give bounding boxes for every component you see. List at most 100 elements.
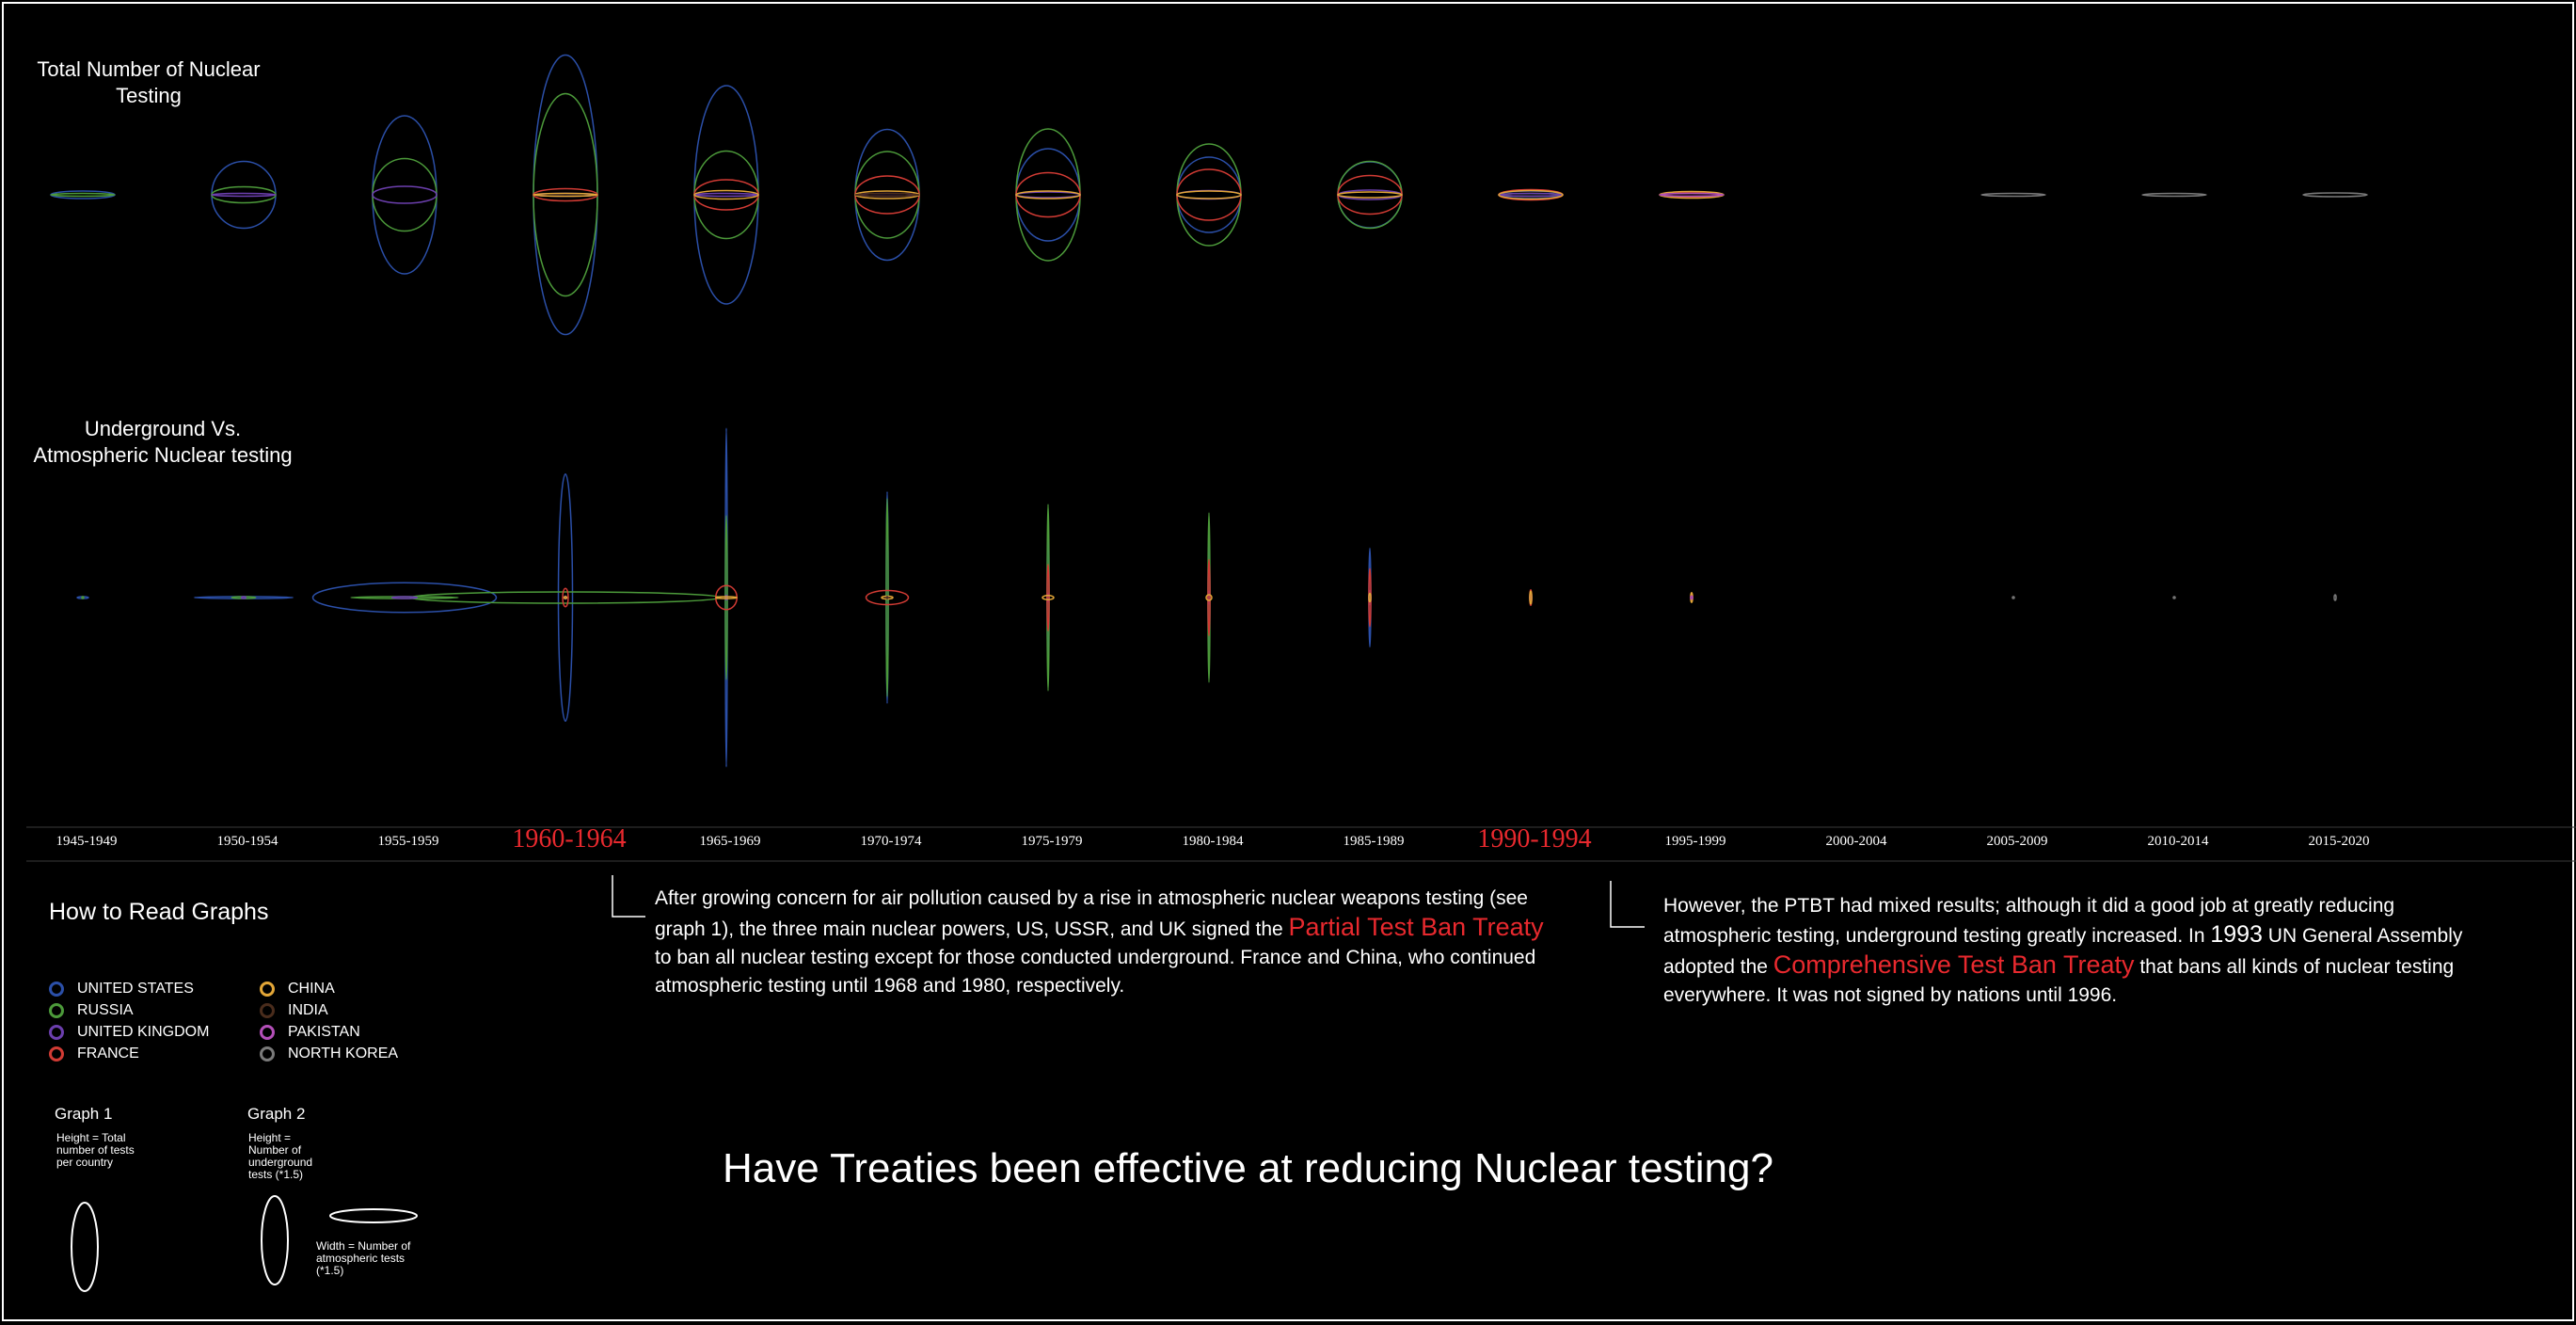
- graph1-mark-united-kingdom-1965-1969: [693, 192, 759, 198]
- graph2-mark-united-kingdom-1955-1959: [390, 596, 419, 599]
- graph2-legend-title: Graph 2: [247, 1105, 306, 1123]
- period-label-1985-1989: 1985-1989: [1343, 834, 1405, 849]
- graph1-mark-united-states-1960-1964: [533, 54, 598, 336]
- graph2-mark-north-korea-2005-2009: [2012, 596, 2015, 599]
- legend-swatch-united-kingdom: [49, 1025, 64, 1040]
- graph1-mark-china-1990-1994: [1498, 189, 1564, 200]
- graph2-mark-united-states-1955-1959: [311, 582, 498, 614]
- graph1-mark-united-states-1980-1984: [1176, 156, 1242, 233]
- graph1-mark-united-kingdom-1950-1954: [211, 192, 277, 198]
- period-label-1980-1984: 1980-1984: [1182, 834, 1244, 849]
- graph1-mark-china-1985-1989: [1337, 191, 1403, 199]
- graph1-mark-france-1980-1984: [1176, 168, 1242, 221]
- annotation1-text-b: to ban all nuclear testing except for th…: [655, 947, 1536, 997]
- graph1-mark-russia-1945-1949: [50, 192, 116, 198]
- period-label-1945-1949: 1945-1949: [56, 834, 118, 849]
- period-label-1975-1979: 1975-1979: [1021, 834, 1083, 849]
- graph1-mark-russia-1970-1974: [854, 151, 920, 239]
- graph1-mark-united-states-1950-1954: [211, 160, 277, 230]
- graph1-mark-france-1970-1974: [854, 175, 920, 215]
- annotation-ptbt: After growing concern for air pollution …: [655, 885, 1558, 1000]
- legend-label-north-korea: NORTH KOREA: [288, 1046, 399, 1062]
- legend-swatch-pakistan: [260, 1025, 275, 1040]
- graph1-mark-united-states-1970-1974: [854, 128, 920, 262]
- period-label-1955-1959: 1955-1959: [377, 834, 439, 849]
- graph1-mark-north-korea-2015-2020: [2302, 192, 2368, 198]
- period-label-2005-2009: 2005-2009: [1986, 834, 2048, 849]
- graph1-mark-china-1960-1964: [533, 192, 598, 198]
- outer-border: [2, 2, 2574, 1321]
- graph2-mark-china-1985-1989: [1368, 592, 1372, 603]
- legend-swatch-france: [49, 1046, 64, 1062]
- graph1-sample-ellipse: [71, 1202, 99, 1292]
- graph1-mark-russia-1955-1959: [372, 157, 437, 232]
- legend-label-united-kingdom: UNITED KINGDOM: [77, 1024, 210, 1040]
- legend-label-india: INDIA: [288, 1002, 328, 1018]
- graph2-title: Underground Vs. Atmospheric Nuclear test…: [33, 417, 293, 467]
- legend-swatch-united-states: [49, 982, 64, 997]
- graph2-mark-united-states-1960-1964: [557, 473, 574, 722]
- legend-label-united-states: UNITED STATES: [77, 981, 194, 997]
- graph2-mark-france-1970-1974: [865, 589, 910, 606]
- graph2-mark-france-1965-1969: [715, 584, 738, 611]
- graph1-mark-france-1985-1989: [1337, 174, 1403, 216]
- chart-canvas: [2, 2, 2576, 1321]
- graph1-legend-title: Graph 1: [55, 1105, 113, 1123]
- graph1-mark-china-1970-1974: [854, 190, 920, 200]
- period-label-1965-1969: 1965-1969: [699, 834, 761, 849]
- graph1-mark-russia-1960-1964: [533, 92, 598, 297]
- graph1-mark-india-1970-1974: [854, 192, 920, 198]
- annotation2-connector: [1610, 881, 1645, 928]
- legend-label-russia: RUSSIA: [77, 1002, 134, 1018]
- period-label-2000-2004: 2000-2004: [1825, 834, 1887, 849]
- legend-swatch-india: [260, 1003, 275, 1018]
- graph1-mark-china-1965-1969: [693, 189, 759, 200]
- graph2-sample-tall-ellipse: [261, 1195, 289, 1285]
- graph1-mark-china-1980-1984: [1176, 190, 1242, 200]
- legend-item-india: INDIA: [260, 1002, 328, 1019]
- graph1-marks: [50, 54, 2368, 336]
- legend-swatch-north-korea: [260, 1046, 275, 1062]
- annotation1-connector: [612, 875, 645, 918]
- graph1-mark-russia-1965-1969: [693, 150, 759, 240]
- graph1-mark-france-1965-1969: [693, 179, 759, 211]
- graph2-mark-china-1960-1964: [563, 596, 568, 599]
- graph2-marks: [76, 427, 2337, 768]
- legend-item-united-kingdom: UNITED KINGDOM: [49, 1024, 209, 1041]
- period-label-1950-1954: 1950-1954: [216, 834, 278, 849]
- period-label-1970-1974: 1970-1974: [860, 834, 922, 849]
- graph1-mark-pakistan-1995-1999: [1659, 192, 1725, 198]
- period-label-2015-2020: 2015-2020: [2308, 834, 2370, 849]
- period-label-1990-1994: 1990-1994: [1477, 824, 1592, 854]
- legend-label-china: CHINA: [288, 981, 335, 997]
- graph1-mark-united-states-1965-1969: [693, 85, 759, 305]
- period-label-1995-1999: 1995-1999: [1664, 834, 1726, 849]
- graph1-legend-desc: Height = Total number of tests per count…: [56, 1131, 135, 1169]
- graph2-mark-north-korea-2010-2014: [2172, 596, 2176, 599]
- graph1-mark-united-kingdom-1975-1979: [1015, 191, 1081, 199]
- graph1-mark-north-korea-2005-2009: [1980, 192, 2046, 198]
- graph1-mark-united-states-1955-1959: [372, 115, 437, 275]
- graph1-mark-united-kingdom-1990-1994: [1498, 192, 1564, 198]
- annotation2-year: 1993: [2210, 921, 2263, 948]
- graph2-mark-north-korea-2015-2020: [2333, 594, 2337, 601]
- graph2-height-desc: Height = Number of underground tests (*1…: [248, 1131, 313, 1181]
- legend-item-pakistan: PAKISTAN: [260, 1024, 360, 1041]
- graph1-mark-russia-1980-1984: [1176, 143, 1242, 247]
- graph2-mark-china-1990-1994: [1529, 590, 1533, 605]
- legend-item-north-korea: NORTH KOREA: [260, 1046, 398, 1062]
- legend-swatch-china: [260, 982, 275, 997]
- period-label-1960-1964: 1960-1964: [512, 824, 627, 854]
- graph1-mark-russia-1985-1989: [1337, 160, 1403, 230]
- legend-item-france: FRANCE: [49, 1046, 139, 1062]
- graph2-mark-russia-1945-1949: [81, 596, 85, 599]
- graph1-mark-france-1975-1979: [1015, 171, 1081, 218]
- graph1-mark-united-kingdom-1955-1959: [372, 185, 437, 204]
- graph2-sample-wide-ellipse: [329, 1208, 418, 1223]
- legend-item-russia: RUSSIA: [49, 1002, 134, 1019]
- graph2-mark-china-1980-1984: [1205, 594, 1213, 601]
- graph1-mark-united-states-1975-1979: [1015, 148, 1081, 242]
- legend-item-united-states: UNITED STATES: [49, 981, 194, 998]
- graph2-mark-france-1975-1979: [1046, 564, 1050, 631]
- graph2-mark-france-1980-1984: [1207, 558, 1211, 637]
